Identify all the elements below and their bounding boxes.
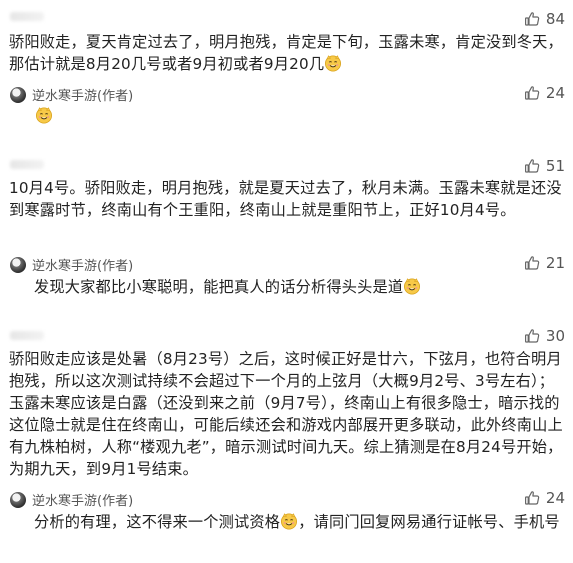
like-button[interactable]: 30 <box>524 327 565 345</box>
commenter-name-blurred <box>10 331 44 340</box>
reply-like-button[interactable]: 24 <box>524 84 565 102</box>
like-count: 21 <box>545 254 565 272</box>
commenter-name-blurred <box>10 160 44 169</box>
reply-like-button[interactable]: 24 <box>524 489 565 507</box>
commenter-name-blurred <box>10 12 44 21</box>
reply-author-row: 逆水寒手游(作者) <box>10 490 133 509</box>
reply-text: 发现大家都比小寒聪明，能把真人的话分析得头头是道 <box>34 276 566 298</box>
like-count: 51 <box>545 157 565 175</box>
reply-text: 分析的有理，这不得来一个测试资格 ，请同门回复网易通行证帐号、手机号 <box>34 512 560 531</box>
grinning-face-emoji-icon <box>403 277 421 295</box>
thumbs-up-icon <box>524 11 540 27</box>
reply-text <box>35 106 53 125</box>
like-count: 30 <box>545 327 565 345</box>
thumbs-up-icon <box>524 158 540 174</box>
comment-card: 51 10月4号。骄阳败走，明月抱残，就是夏天过去了，秋月未满。玉露未寒就是还没… <box>0 150 573 300</box>
grinning-face-emoji-icon <box>35 106 53 124</box>
reply-author-name[interactable]: 逆水寒手游(作者) <box>32 255 133 274</box>
avatar[interactable] <box>10 86 26 103</box>
reply-like-button[interactable]: 21 <box>524 254 565 272</box>
comment-text: 10月4号。骄阳败走，明月抱残，就是夏天过去了，秋月未满。玉露未寒就是还没到寒露… <box>9 179 562 219</box>
like-count: 24 <box>545 84 565 102</box>
reply-author-name[interactable]: 逆水寒手游(作者) <box>32 85 133 104</box>
avatar[interactable] <box>10 256 26 273</box>
reply-author-row: 逆水寒手游(作者) <box>10 255 133 274</box>
comment-text: 骄阳败走，夏天肯定过去了，明月抱残，肯定是下旬，玉露未寒，肯定没到冬天，那估计就… <box>9 33 563 73</box>
comment-text: 骄阳败走应该是处暑（8月23号）之后，这时候正好是廿六，下弦月，也符合明月抱残，… <box>9 350 563 478</box>
like-count: 24 <box>545 489 565 507</box>
comment-card: 84 骄阳败走，夏天肯定过去了，明月抱残，肯定是下旬，玉露未寒，肯定没到冬天，那… <box>0 0 573 130</box>
like-button[interactable]: 51 <box>524 157 565 175</box>
reply-author-row: 逆水寒手游(作者) <box>10 85 133 104</box>
thumbs-up-icon <box>524 255 540 271</box>
thumbs-up-icon <box>524 490 540 506</box>
like-button[interactable]: 84 <box>524 10 565 28</box>
like-count: 84 <box>545 10 565 28</box>
reply-author-name[interactable]: 逆水寒手游(作者) <box>32 490 133 509</box>
grinning-face-emoji-icon <box>324 54 342 72</box>
comment-card: 30 骄阳败走应该是处暑（8月23号）之后，这时候正好是廿六，下弦月，也符合明月… <box>0 324 573 563</box>
thumbs-up-icon <box>524 328 540 344</box>
avatar[interactable] <box>10 491 26 508</box>
thumbs-up-icon <box>524 85 540 101</box>
grinning-face-emoji-icon <box>280 512 298 530</box>
